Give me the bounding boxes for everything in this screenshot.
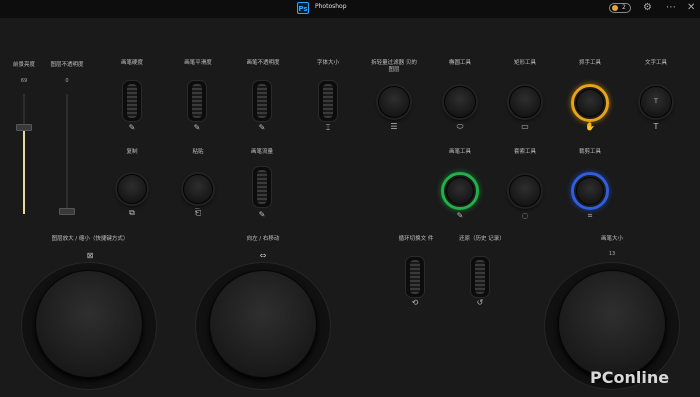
- control-panel: 前景亮度 69 图层不透明度 0 画笔硬度 ✎ 画笔平滑度 ✎ 画笔不透明度 ✎…: [0, 18, 700, 397]
- profile-dot-icon: [612, 5, 618, 11]
- cycle-files-wheel[interactable]: [405, 256, 425, 298]
- profile-badge[interactable]: 2: [609, 3, 631, 13]
- move-dial[interactable]: [209, 270, 317, 378]
- slider-value-brightness: 69: [20, 78, 28, 84]
- knob-label-hand: 抓手工具: [578, 60, 601, 66]
- wheel-label-cycle-files: 循环切换文 件: [398, 236, 434, 242]
- text-tool-knob[interactable]: T: [640, 86, 672, 118]
- wheel-label-undo: 还原（历史 记录）: [459, 236, 505, 242]
- brush-smoothness-wheel[interactable]: [187, 80, 207, 122]
- brush-icon: ✎: [258, 210, 266, 219]
- crop-tool-knob[interactable]: [576, 177, 604, 205]
- brush-opacity-wheel[interactable]: [252, 80, 272, 122]
- brightness-slider-thumb[interactable]: [16, 124, 32, 131]
- ellipse-icon: ⬭: [456, 122, 464, 131]
- brush-tool-knob[interactable]: [446, 177, 474, 205]
- cycle-icon: ⟲: [411, 298, 419, 307]
- text-icon: T: [653, 122, 659, 131]
- close-icon[interactable]: ✕: [687, 2, 695, 14]
- wheel-label-brush-opacity: 画笔不透明度: [246, 60, 280, 66]
- paste-knob[interactable]: [183, 174, 213, 204]
- gear-icon[interactable]: ⚙: [643, 2, 652, 14]
- knob-label-crop: 裁剪工具: [578, 149, 601, 155]
- hand-icon: ✋: [585, 122, 595, 131]
- layers-icon: ☰: [390, 122, 398, 131]
- knob-label-ellipse: 椭圆工具: [448, 60, 471, 66]
- undo-icon: ↺: [476, 298, 484, 307]
- app-title: Photoshop: [315, 3, 347, 10]
- slider-label-brightness: 前景亮度: [12, 62, 35, 68]
- hand-tool-knob[interactable]: [576, 89, 604, 117]
- wheel-label-brush-hardness: 画笔硬度: [120, 60, 143, 66]
- dial-label-zoom: 图层放大 / 缩小（快捷键方式）: [51, 236, 129, 242]
- dial-label-move: 向左 / 右移动: [246, 236, 280, 242]
- undo-history-wheel[interactable]: [470, 256, 490, 298]
- title-bar: Ps Photoshop 2 ⚙ ⋯ ✕: [0, 0, 700, 18]
- wheel-label-font-size: 字体大小: [316, 60, 339, 66]
- lasso-tool-knob[interactable]: [509, 175, 541, 207]
- text-size-icon: ⌶: [325, 123, 331, 132]
- knob-label-copy: 复制: [126, 149, 138, 155]
- knob-label-lasso: 套索工具: [513, 149, 536, 155]
- badge-count: 2: [622, 4, 626, 11]
- rectangle-icon: ▭: [521, 122, 529, 131]
- knob-label-brush: 画笔工具: [448, 149, 471, 155]
- wheel-label-brush-flow: 画笔流量: [250, 149, 273, 155]
- knob-label-paste: 粘贴: [192, 149, 204, 155]
- slider-label-opacity: 图层不透明度: [50, 62, 84, 68]
- copy-icon: ⧉: [129, 208, 135, 217]
- brush-size-dial[interactable]: [558, 270, 666, 378]
- lasso-icon: ◌: [521, 211, 529, 220]
- zoom-dial[interactable]: [35, 270, 143, 378]
- rectangle-tool-knob[interactable]: [509, 86, 541, 118]
- text-tool-glyph: T: [654, 98, 658, 105]
- knob-label-layers: 拆轻量过滤器 贝的图层: [371, 60, 417, 73]
- paste-icon: ⎗: [194, 208, 202, 217]
- brush-flow-wheel[interactable]: [252, 166, 272, 208]
- arrows-horizontal-icon: ⇔: [259, 251, 267, 260]
- photoshop-logo-icon: Ps: [297, 2, 309, 14]
- slider-value-opacity: 0: [65, 78, 69, 84]
- brightness-slider-fill: [23, 128, 25, 214]
- knob-label-text: 文字工具: [644, 60, 667, 66]
- brush-icon: ✎: [258, 123, 266, 132]
- brush-icon: ✎: [193, 123, 201, 132]
- zoom-icon: ⊠: [86, 251, 94, 260]
- more-icon[interactable]: ⋯: [666, 2, 676, 14]
- layers-knob[interactable]: [378, 86, 410, 118]
- opacity-slider-thumb[interactable]: [59, 208, 75, 215]
- brush-size-value: 13: [608, 251, 616, 257]
- crop-icon: ⌗: [587, 211, 593, 220]
- dial-label-brush-size: 画笔大小: [600, 236, 623, 242]
- knob-label-rectangle: 矩形工具: [513, 60, 536, 66]
- font-size-wheel[interactable]: [318, 80, 338, 122]
- ellipse-tool-knob[interactable]: [444, 86, 476, 118]
- brush-hardness-wheel[interactable]: [122, 80, 142, 122]
- brush-icon: ✎: [456, 211, 464, 220]
- watermark: PConline: [590, 368, 670, 387]
- wheel-label-brush-smooth: 画笔平滑度: [184, 60, 212, 66]
- opacity-slider-track[interactable]: [66, 94, 68, 214]
- copy-knob[interactable]: [117, 174, 147, 204]
- brush-icon: ✎: [128, 123, 136, 132]
